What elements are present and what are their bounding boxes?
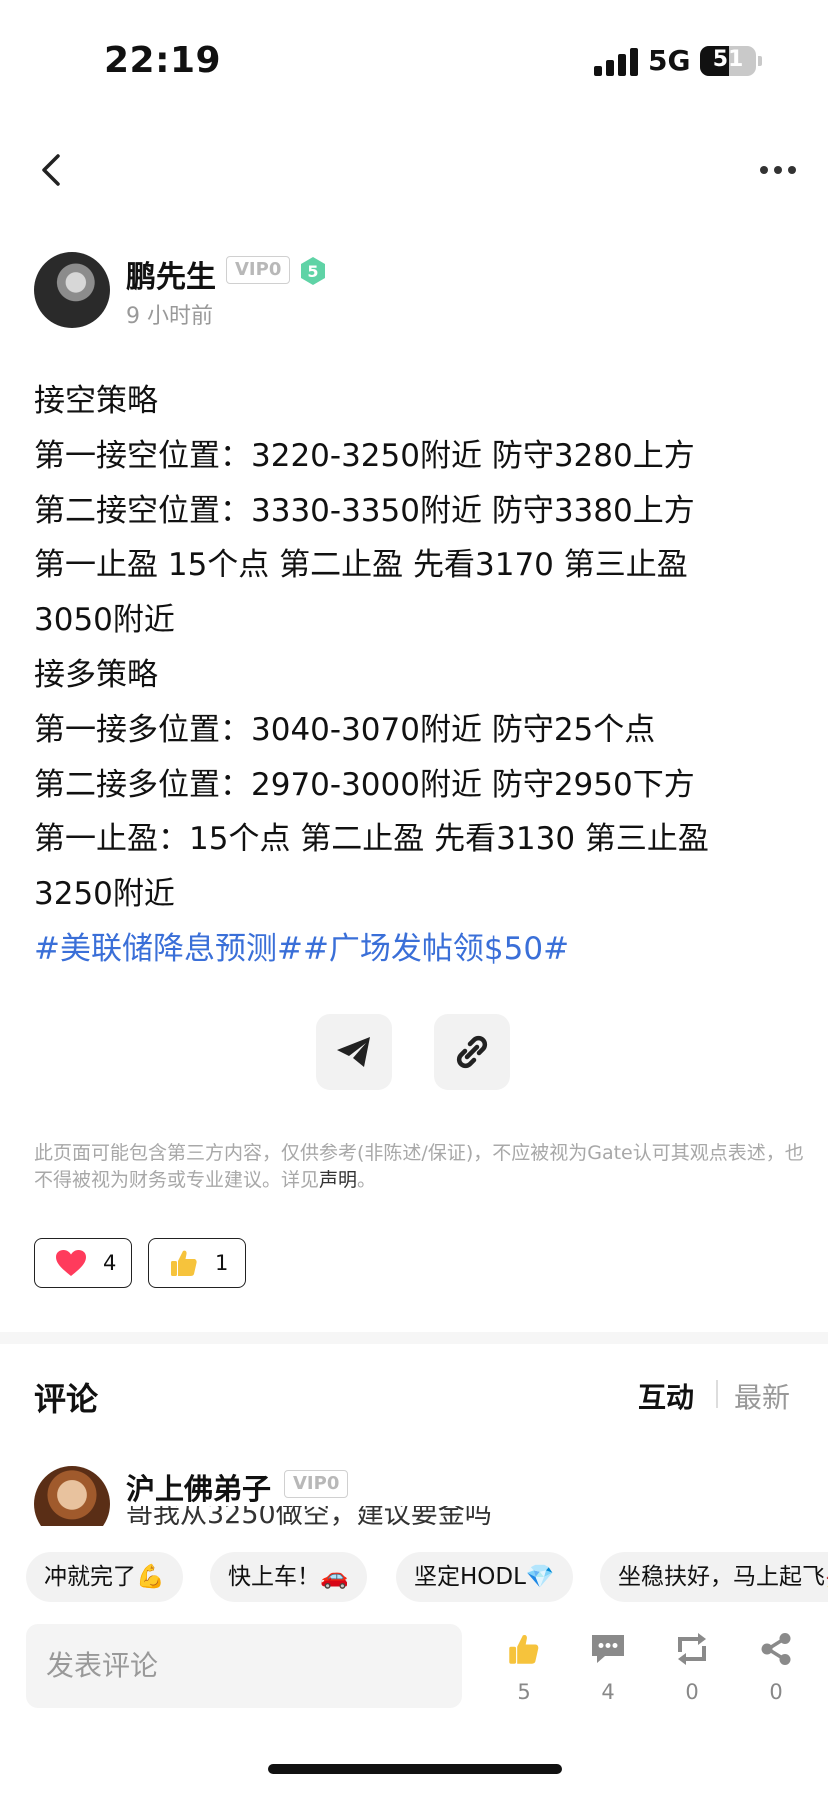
post-time: 9 小时前 xyxy=(126,304,213,329)
level-badge: 5 xyxy=(298,256,328,286)
sort-latest-tab[interactable]: 最新 xyxy=(734,1376,790,1416)
battery-icon: 51 xyxy=(700,46,756,76)
quick-reply-chip[interactable]: 坚定HODL💎 xyxy=(396,1552,573,1602)
disclaimer-end: 。 xyxy=(357,1169,377,1191)
like-count: 5 xyxy=(517,1680,531,1704)
vip-badge: VIP0 xyxy=(226,256,291,284)
post-line: 第一止盈：15个点 第二止盈 先看3130 第三止盈 xyxy=(34,821,709,858)
heart-reaction-button[interactable]: 4 xyxy=(34,1238,132,1288)
network-type: 5G xyxy=(648,44,691,77)
comment-input[interactable]: 发表评论 xyxy=(26,1624,462,1708)
commenter-vip-badge: VIP0 xyxy=(284,1470,349,1498)
post-line: 接空策略 xyxy=(34,383,158,419)
chevron-left-icon xyxy=(42,154,60,186)
home-indicator xyxy=(268,1764,562,1774)
repost-icon xyxy=(678,1633,706,1665)
thumb-reaction-button[interactable]: 1 xyxy=(148,1238,246,1288)
sort-interactive-tab[interactable]: 互动 xyxy=(638,1376,694,1416)
post-content: 接空策略 第一接空位置：3220-3250附近 防守3280上方 第二接空位置：… xyxy=(34,374,804,977)
thumbs-up-icon xyxy=(171,1250,197,1276)
disclaimer-text: 此页面可能包含第三方内容，仅供参考(非陈述/保证)，不应被视为Gate认可其观点… xyxy=(34,1142,804,1191)
heart-count: 4 xyxy=(103,1251,117,1275)
back-button[interactable] xyxy=(34,150,68,190)
post-line: 接多策略 xyxy=(34,656,158,693)
dot-icon xyxy=(760,166,768,174)
disclaimer-link[interactable]: 声明 xyxy=(319,1169,357,1191)
comment-text: 哥我从3250做空，建议要金吗 xyxy=(126,1506,492,1526)
link-icon xyxy=(456,1035,488,1069)
battery-level: 51 xyxy=(712,47,744,72)
like-button[interactable]: 5 xyxy=(494,1630,554,1704)
sort-divider xyxy=(716,1380,718,1408)
telegram-share-button[interactable] xyxy=(316,1014,392,1090)
disclaimer: 此页面可能包含第三方内容，仅供参考(非陈述/保证)，不应被视为Gate认可其观点… xyxy=(34,1140,804,1194)
signal-icon xyxy=(594,48,638,76)
post-line: 第一接多位置：3040-3070附近 防守25个点 xyxy=(34,711,656,748)
author-name[interactable]: 鹏先生 xyxy=(126,252,216,296)
copy-link-button[interactable] xyxy=(434,1014,510,1090)
thumb-count: 1 xyxy=(215,1251,229,1275)
post-line: 3250附近 xyxy=(34,876,175,913)
author-avatar[interactable] xyxy=(34,252,110,328)
commenter-name[interactable]: 沪上佛弟子 xyxy=(126,1466,271,1508)
thumbs-up-icon xyxy=(509,1634,539,1664)
post-hashtags[interactable]: #美联储降息预测##广场发帖领$50# xyxy=(34,922,804,977)
share-button[interactable]: 0 xyxy=(746,1630,806,1704)
post-line: 第一接空位置：3220-3250附近 防守3280上方 xyxy=(34,437,695,474)
comments-title: 评论 xyxy=(34,1380,99,1418)
post-line: 第二接空位置：3330-3350附近 防守3380上方 xyxy=(34,492,695,529)
repost-button[interactable]: 0 xyxy=(662,1630,722,1704)
level-number: 5 xyxy=(307,262,318,281)
comment-bubble-icon xyxy=(592,1635,624,1663)
battery-cap xyxy=(758,56,762,66)
section-divider xyxy=(0,1332,828,1344)
status-time: 22:19 xyxy=(104,40,222,81)
comment-count: 4 xyxy=(601,1680,615,1704)
comment-button[interactable]: 4 xyxy=(578,1630,638,1704)
quick-reply-chip[interactable]: 冲就完了💪 xyxy=(26,1552,183,1602)
post-line: 第二接多位置：2970-3000附近 防守2950下方 xyxy=(34,766,695,803)
post-line: 第一止盈 15个点 第二止盈 先看3170 第三止盈 xyxy=(34,547,688,584)
post-line: 3050附近 xyxy=(34,602,175,639)
repost-count: 0 xyxy=(685,1680,699,1704)
quick-reply-chip[interactable]: 坐稳扶好，马上起飞🚀 xyxy=(600,1552,828,1602)
dot-icon xyxy=(788,166,796,174)
more-options-button[interactable] xyxy=(760,158,800,182)
share-count: 0 xyxy=(769,1680,783,1704)
comment-text-clip: 哥我从3250做空，建议要金吗 xyxy=(126,1506,726,1526)
dot-icon xyxy=(774,166,782,174)
quick-reply-chip[interactable]: 快上车！🚗 xyxy=(210,1552,367,1602)
heart-icon xyxy=(56,1250,86,1276)
share-icon xyxy=(761,1633,791,1665)
paper-plane-icon xyxy=(337,1037,370,1067)
